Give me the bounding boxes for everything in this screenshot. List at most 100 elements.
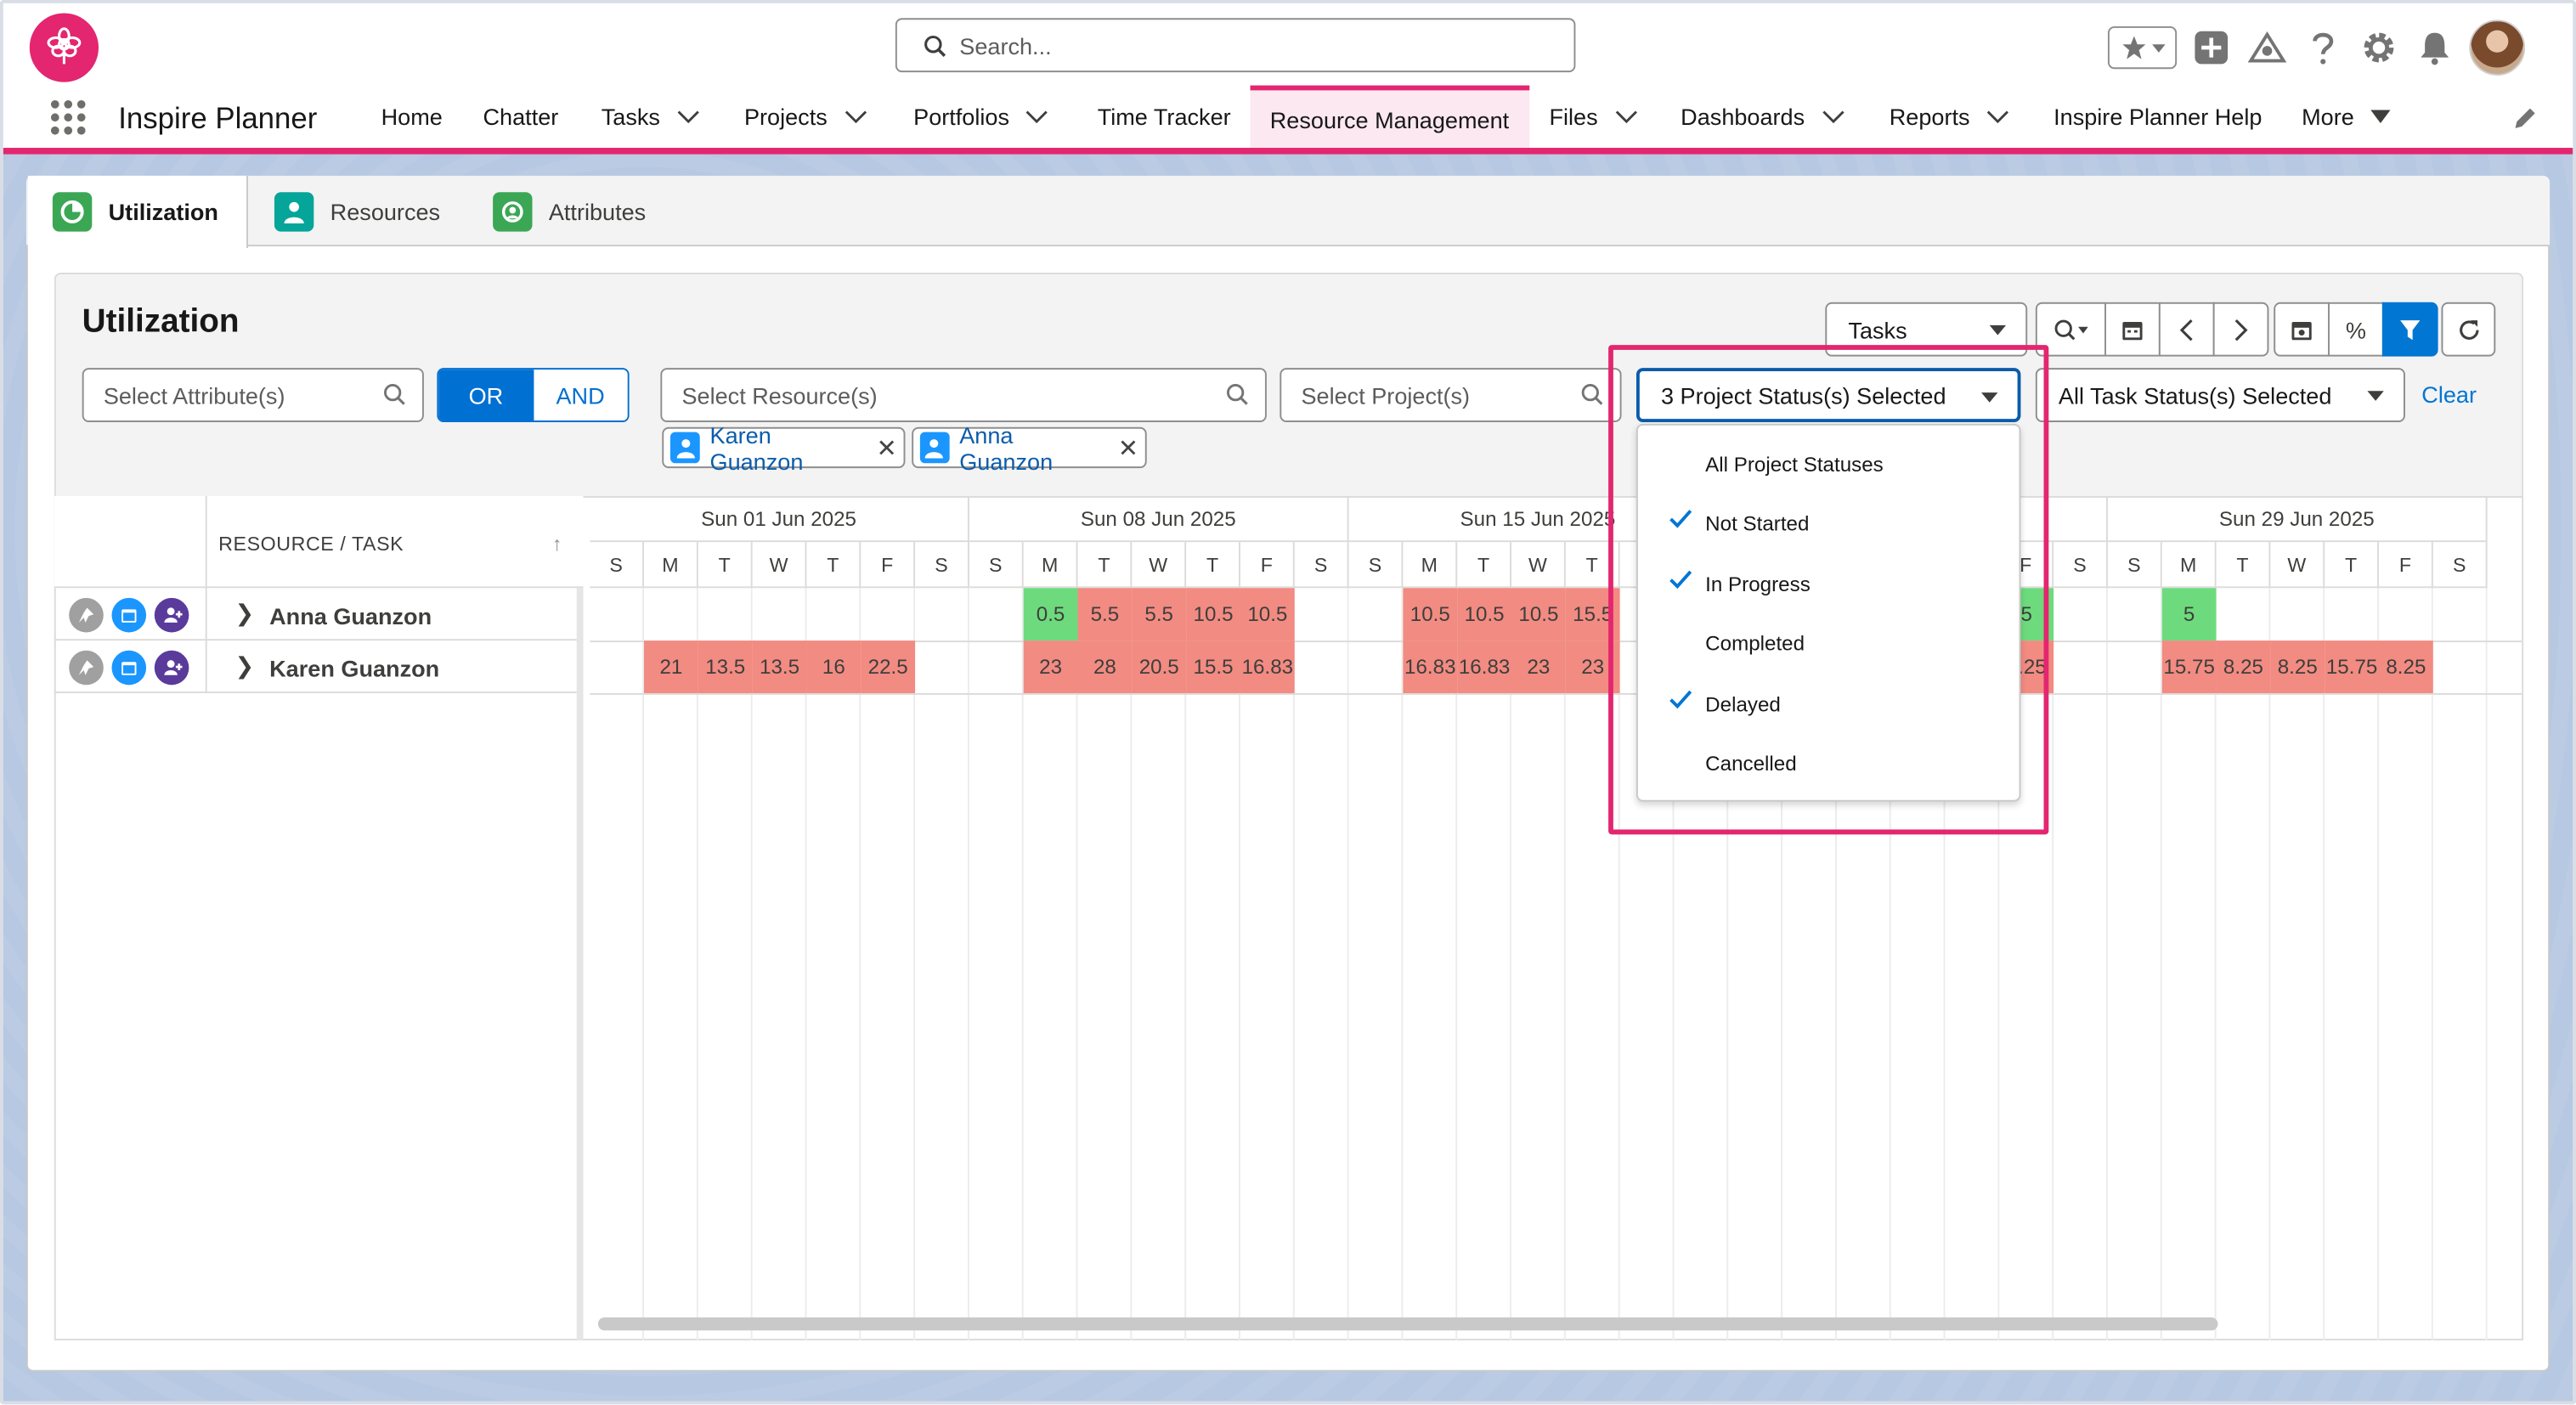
nav-more[interactable]: More — [2302, 86, 2391, 148]
nav-home[interactable]: Home — [381, 86, 443, 148]
assign-user-icon[interactable] — [154, 597, 189, 633]
utilization-cell[interactable]: 16 — [806, 640, 861, 694]
utilization-cell[interactable]: 20.5 — [1132, 640, 1187, 694]
resource-pill[interactable]: Karen Guanzon ✕ — [662, 421, 906, 474]
user-avatar[interactable] — [2469, 20, 2526, 76]
timeline-area: Sun 01 Jun 2025 S M T W T F S Sun 08 Jun 2025 S M T… — [590, 495, 2522, 1340]
attribute-search-input[interactable]: Select Attribute(s) — [82, 368, 424, 422]
percent-toggle-button[interactable]: % — [2328, 302, 2384, 357]
utilization-cell[interactable]: 10.5 — [1511, 588, 1566, 641]
utilization-cell[interactable]: 10.5 — [1240, 588, 1295, 641]
nav-inspire-planner-help[interactable]: Inspire Planner Help — [2053, 86, 2262, 148]
pin-icon[interactable] — [69, 597, 104, 633]
calendar-edit-icon[interactable] — [111, 650, 147, 686]
utilization-cell[interactable]: 10.5 — [1457, 588, 1512, 641]
resource-pill[interactable]: Anna Guanzon ✕ — [912, 421, 1147, 474]
day-gridline — [2377, 588, 2379, 1340]
chevron-down-icon[interactable] — [1986, 110, 2009, 124]
nav-reports[interactable]: Reports — [1890, 86, 2009, 148]
utilization-cell[interactable]: 5.5 — [1132, 588, 1187, 641]
utilization-cell[interactable]: 8.25 — [2378, 640, 2433, 694]
trailhead-icon[interactable] — [2246, 26, 2288, 69]
today-button[interactable] — [2274, 302, 2330, 357]
horizontal-scrollbar[interactable] — [597, 1317, 2218, 1331]
day-header: M — [1403, 542, 1458, 589]
global-search-input[interactable]: Search... — [895, 18, 1576, 73]
app-launcher-icon[interactable] — [50, 99, 88, 137]
notifications-bell-icon[interactable] — [2414, 26, 2456, 69]
sort-ascending-icon[interactable]: ↑ — [552, 533, 562, 556]
assign-user-icon[interactable] — [154, 650, 189, 686]
day-gridline — [2485, 588, 2488, 1340]
nav-chatter[interactable]: Chatter — [483, 86, 559, 148]
help-icon[interactable] — [2302, 26, 2344, 69]
day-gridline — [1563, 588, 1566, 1340]
refresh-button[interactable] — [2441, 302, 2496, 357]
utilization-cell[interactable]: 8.25 — [2270, 640, 2325, 694]
utilization-cell[interactable]: 10.5 — [1186, 588, 1240, 641]
calendar-edit-icon[interactable] — [111, 597, 147, 633]
setup-gear-icon[interactable] — [2358, 26, 2400, 69]
previous-button[interactable] — [2158, 302, 2215, 357]
utilization-cell[interactable]: 23 — [1023, 640, 1078, 694]
tab-resources[interactable]: Resources — [274, 176, 440, 246]
nav-more-label: More — [2302, 103, 2354, 130]
tab-attributes[interactable]: Attributes — [493, 176, 646, 246]
project-search-input[interactable]: Select Project(s) — [1280, 368, 1622, 422]
resource-name[interactable]: Karen Guanzon — [269, 656, 439, 682]
expand-row-icon[interactable]: ❯ — [235, 600, 255, 628]
expand-row-icon[interactable]: ❯ — [235, 652, 255, 680]
utilization-cell[interactable]: 22.5 — [861, 640, 916, 694]
chevron-down-icon[interactable] — [1025, 110, 1048, 124]
utilization-cell[interactable]: 28 — [1077, 640, 1133, 694]
utilization-cell[interactable]: 13.5 — [698, 640, 753, 694]
day-header: S — [1348, 542, 1404, 589]
nav-files[interactable]: Files — [1549, 86, 1637, 148]
next-button[interactable] — [2212, 302, 2269, 357]
utilization-cell[interactable]: 15.5 — [1186, 640, 1240, 694]
day-header: T — [806, 542, 861, 589]
chevron-down-icon[interactable] — [1614, 110, 1637, 124]
and-button[interactable]: AND — [533, 370, 628, 421]
utilization-cell[interactable]: 15.75 — [2325, 640, 2379, 694]
nav-portfolios[interactable]: Portfolios — [913, 86, 1048, 148]
utilization-cell[interactable]: 5 — [2161, 588, 2217, 641]
utilization-cell[interactable]: 16.83 — [1403, 640, 1458, 694]
pin-icon[interactable] — [69, 650, 104, 686]
utilization-cell[interactable]: 16.83 — [1457, 640, 1512, 694]
utilization-cell[interactable]: 0.5 — [1023, 588, 1078, 641]
favorites-button[interactable] — [2107, 25, 2178, 70]
resource-task-header[interactable]: RESOURCE / TASK — [218, 533, 404, 556]
nav-projects[interactable]: Projects — [744, 86, 867, 148]
chevron-down-icon[interactable] — [676, 110, 699, 124]
calendar-button[interactable] — [2104, 302, 2161, 357]
filter-button[interactable] — [2381, 302, 2438, 357]
nav-dashboards[interactable]: Dashboards — [1681, 86, 1844, 148]
utilization-cell[interactable]: 13.5 — [752, 640, 807, 694]
resource-name[interactable]: Anna Guanzon — [269, 603, 432, 629]
utilization-cell[interactable]: 23 — [1511, 640, 1566, 694]
utilization-cell[interactable]: 21 — [644, 640, 698, 694]
app-logo[interactable] — [29, 13, 99, 82]
task-status-select[interactable]: All Task Status(s) Selected — [2035, 368, 2405, 422]
nav-resource-management[interactable]: Resource Management — [1250, 85, 1530, 149]
utilization-cell[interactable]: 15.75 — [2161, 640, 2217, 694]
nav-time-tracker-label: Time Tracker — [1097, 103, 1231, 130]
nav-time-tracker[interactable]: Time Tracker — [1098, 86, 1231, 148]
nav-tasks[interactable]: Tasks — [602, 86, 700, 148]
clear-filters-link[interactable]: Clear — [2421, 381, 2477, 408]
utilization-cell[interactable]: 5.5 — [1077, 588, 1133, 641]
utilization-cell[interactable]: 8.25 — [2216, 640, 2271, 694]
edit-nav-pencil-icon[interactable] — [2514, 107, 2537, 130]
global-add-icon[interactable] — [2190, 26, 2233, 69]
resource-search-input[interactable]: Select Resource(s) — [660, 368, 1267, 422]
attribute-placeholder: Select Attribute(s) — [103, 381, 285, 409]
remove-pill-icon[interactable]: ✕ — [1118, 433, 1138, 462]
utilization-cell[interactable]: 10.5 — [1403, 588, 1458, 641]
or-button[interactable]: OR — [438, 370, 534, 421]
chevron-down-icon[interactable] — [844, 110, 867, 124]
remove-pill-icon[interactable]: ✕ — [876, 433, 896, 462]
tab-utilization[interactable]: Utilization — [27, 175, 248, 248]
utilization-cell[interactable]: 16.83 — [1240, 640, 1295, 694]
chevron-down-icon[interactable] — [1822, 110, 1844, 124]
